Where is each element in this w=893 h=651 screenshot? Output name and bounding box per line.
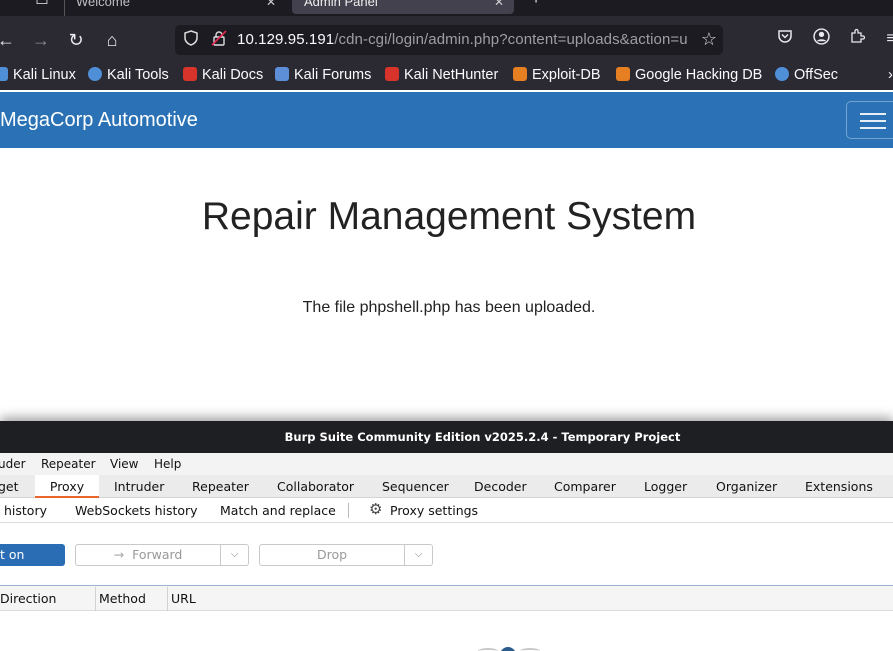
kali-dragon-icon (0, 67, 8, 81)
close-icon[interactable]: ✕ (494, 0, 504, 14)
page-title: Repair Management System (201, 195, 697, 238)
forward-icon[interactable]: → (27, 26, 55, 54)
intercept-controls: t on → Forward ⌵ Drop ⌵ (0, 523, 893, 586)
browser-tab-strip: ▭ Welcome ✕ Admin Panel ✕ + (0, 0, 893, 16)
insecure-lock-icon[interactable] (209, 30, 229, 50)
proxy-subtabs: history WebSockets history Match and rep… (0, 498, 893, 523)
column-url[interactable]: URL (168, 587, 368, 611)
column-method[interactable]: Method (96, 587, 167, 611)
kali-docs-icon (183, 67, 197, 81)
burp-main-tabs: get Proxy Intruder Repeater Collaborator… (0, 475, 893, 498)
new-tab-icon[interactable]: + (522, 0, 550, 14)
upload-status-message: The file phpshell.php has been uploaded. (302, 299, 596, 316)
bookmark-label: Kali Docs (202, 67, 264, 83)
drop-main[interactable]: Drop (260, 545, 405, 565)
tab-extensions[interactable]: Extensions (805, 475, 873, 498)
bookmark-kali-docs[interactable]: Kali Docs (183, 67, 263, 83)
ghdb-icon (616, 67, 630, 81)
tab-welcome[interactable]: Welcome ✕ (64, 0, 286, 14)
subtab-websockets-history[interactable]: WebSockets history (75, 503, 198, 518)
menu-icon[interactable]: ≡ (880, 28, 893, 50)
column-direction[interactable]: Direction (0, 587, 96, 611)
url-host: 10.129.95.191 (237, 31, 335, 48)
subtab-http-history[interactable]: history (4, 503, 47, 518)
pocket-icon[interactable] (774, 28, 796, 50)
subtab-match-and-replace[interactable]: Match and replace (220, 503, 336, 518)
bookmark-ghdb[interactable]: Google Hacking DB (616, 67, 762, 83)
arrow-right-icon: → (113, 547, 125, 562)
account-icon[interactable] (810, 28, 832, 50)
bookmark-star-icon[interactable]: ☆ (701, 29, 717, 50)
bookmark-label: Kali Forums (294, 67, 372, 83)
site-brand[interactable]: MegaCorp Automotive (0, 109, 198, 132)
tab-intruder[interactable]: Intruder (114, 475, 164, 498)
bookmark-label: Exploit-DB (532, 67, 601, 83)
intercept-toggle-button[interactable]: t on (0, 544, 65, 566)
chevron-down-icon[interactable]: ⌵ (221, 545, 248, 565)
menu-help[interactable]: Help (154, 457, 181, 471)
burp-window-title: Burp Suite Community Edition v2025.2.4 -… (0, 421, 893, 453)
reload-icon[interactable]: ↻ (62, 26, 90, 54)
chevron-down-icon[interactable]: ⌵ (405, 545, 432, 565)
site-navbar: MegaCorp Automotive (0, 92, 893, 148)
bookmark-kali-linux[interactable]: Kali Linux (0, 67, 76, 83)
subtab-divider (348, 503, 349, 518)
bookmarks-overflow-icon[interactable]: › (888, 67, 893, 83)
tab-repeater[interactable]: Repeater (192, 475, 249, 498)
forward-button[interactable]: → Forward ⌵ (75, 544, 249, 566)
kali-tools-icon (88, 67, 102, 81)
back-icon[interactable]: ← (0, 26, 20, 54)
bookmark-label: OffSec (794, 67, 839, 83)
nethunter-icon (385, 67, 399, 81)
loading-spinner-icon (500, 647, 516, 651)
tab-target[interactable]: get (0, 475, 19, 498)
bookmark-label: Google Hacking DB (635, 67, 763, 83)
home-icon[interactable]: ⌂ (98, 26, 126, 54)
close-icon[interactable]: ✕ (266, 0, 276, 14)
burp-suite-window: Burp Suite Community Edition v2025.2.4 -… (0, 421, 893, 651)
forward-label: Forward (132, 547, 183, 562)
drop-button[interactable]: Drop ⌵ (259, 544, 433, 566)
tab-decoder[interactable]: Decoder (474, 475, 527, 498)
bookmark-exploit-db[interactable]: Exploit-DB (513, 67, 601, 83)
bookmark-kali-forums[interactable]: Kali Forums (275, 67, 371, 83)
intercept-table-body (0, 611, 893, 651)
url-path: /cdn-cgi/login/admin.php?content=uploads… (334, 31, 688, 48)
bookmark-kali-nethunter[interactable]: Kali NetHunter (385, 67, 498, 83)
bookmark-label: Kali Linux (13, 67, 76, 83)
intercept-table-header: Direction Method URL (0, 587, 893, 611)
tab-organizer[interactable]: Organizer (716, 475, 777, 498)
tab-admin-panel-label: Admin Panel (304, 0, 378, 9)
browser-navbar: ← → ↻ ⌂ 10.129.95.191/cdn-cgi/login/admi… (0, 16, 893, 62)
burp-menu-bar: uder Repeater View Help (0, 453, 893, 475)
extensions-icon[interactable] (846, 28, 868, 50)
forward-main[interactable]: → Forward (76, 545, 221, 565)
tab-admin-panel[interactable]: Admin Panel ✕ (292, 0, 514, 14)
offsec-icon (775, 67, 789, 81)
kali-forums-icon (275, 67, 289, 81)
tab-comparer[interactable]: Comparer (554, 475, 616, 498)
shield-icon[interactable] (181, 30, 201, 50)
gear-icon[interactable]: ⚙ (369, 501, 385, 517)
tab-logger[interactable]: Logger (644, 475, 687, 498)
tab-overview-icon[interactable]: ▭ (28, 0, 56, 14)
url-bar[interactable]: 10.129.95.191/cdn-cgi/login/admin.php?co… (175, 25, 723, 55)
tab-collaborator[interactable]: Collaborator (277, 475, 354, 498)
bookmark-kali-tools[interactable]: Kali Tools (88, 67, 169, 83)
menu-view[interactable]: View (110, 457, 138, 471)
bookmark-offsec[interactable]: OffSec (775, 67, 838, 83)
subtab-proxy-settings[interactable]: Proxy settings (390, 503, 478, 518)
tab-sequencer[interactable]: Sequencer (382, 475, 449, 498)
url-text: 10.129.95.191/cdn-cgi/login/admin.php?co… (237, 31, 688, 48)
bookmark-label: Kali Tools (107, 67, 169, 83)
tab-welcome-label: Welcome (76, 0, 130, 9)
hamburger-menu-icon[interactable] (846, 101, 893, 139)
menu-intruder[interactable]: uder (0, 457, 26, 471)
bookmarks-bar: Kali Linux Kali Tools Kali Docs Kali For… (0, 62, 893, 90)
exploit-db-icon (513, 67, 527, 81)
tab-proxy[interactable]: Proxy (35, 475, 99, 498)
bookmark-label: Kali NetHunter (404, 67, 499, 83)
menu-repeater[interactable]: Repeater (41, 457, 96, 471)
drop-label: Drop (316, 547, 348, 562)
